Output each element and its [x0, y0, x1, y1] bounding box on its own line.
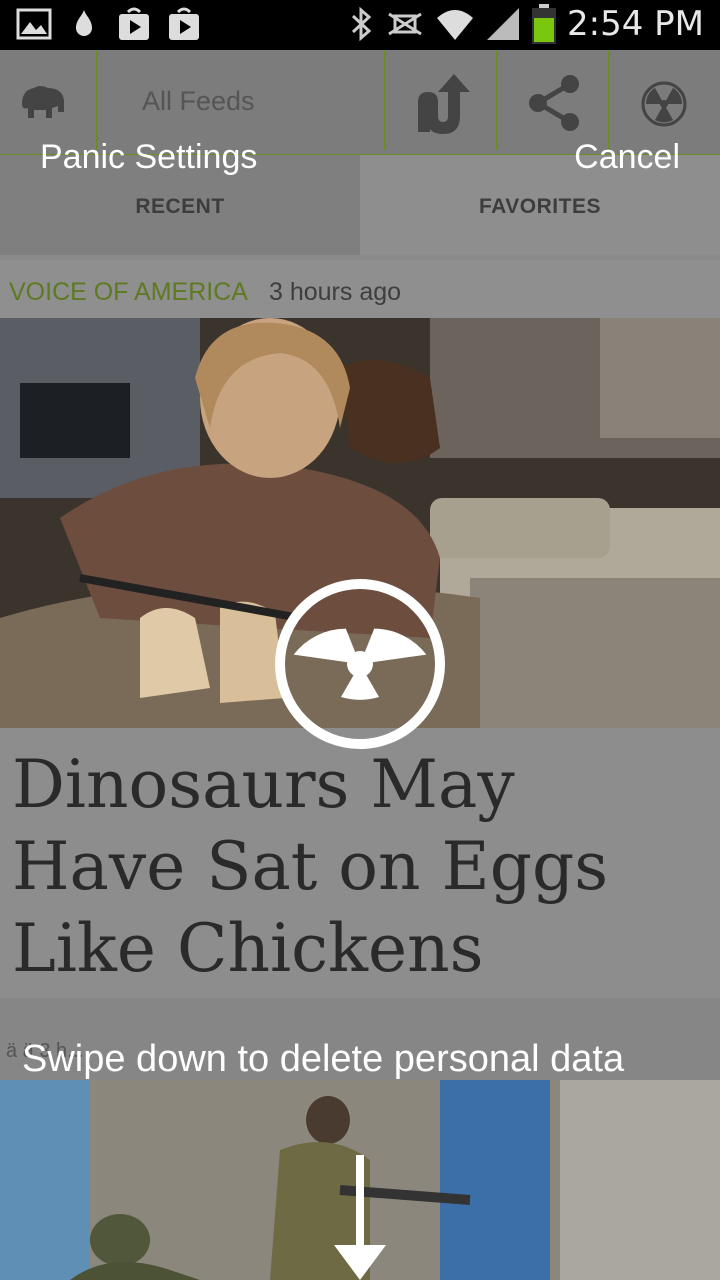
bison-logo-icon [22, 86, 64, 118]
drop-icon [76, 10, 92, 36]
article-headline: Dinosaurs May Have Sat on Eggs Like Chic… [12, 746, 609, 987]
cancel-button[interactable]: Cancel [574, 138, 680, 177]
share-icon [529, 75, 579, 131]
bluetooth-icon [351, 6, 372, 42]
panic-settings-link[interactable]: Panic Settings [40, 138, 257, 177]
status-bar: 2:54 PM [0, 0, 720, 50]
panic-trigger-icon[interactable] [274, 578, 446, 750]
refresh-button[interactable] [386, 50, 498, 150]
panic-icon [641, 81, 687, 127]
article-headline-area[interactable]: Dinosaurs May Have Sat on Eggs Like Chic… [0, 728, 720, 998]
gallery-icon [16, 8, 52, 40]
arrow-up-icon [418, 74, 470, 134]
nfc-icon [388, 12, 422, 36]
article-time: 3 hours ago [269, 278, 402, 306]
clock: 2:54 PM [567, 4, 704, 44]
feeds-label: All Feeds [142, 86, 255, 116]
swipe-hint: Swipe down to delete personal data [22, 1038, 625, 1080]
app-logo-button[interactable] [0, 50, 98, 150]
panic-button[interactable] [610, 50, 720, 150]
article-source[interactable]: VOICE OF AMERICA [9, 278, 248, 307]
feeds-selector[interactable]: All Feeds [98, 50, 386, 150]
store-bag-icon [169, 7, 199, 40]
article-meta: VOICE OF AMERICA 3 hours ago [0, 260, 720, 318]
share-button[interactable] [498, 50, 610, 150]
play-store-icon [119, 7, 149, 40]
arrow-down-icon [334, 1155, 386, 1280]
wifi-icon [437, 10, 473, 40]
battery-icon [532, 4, 556, 44]
signal-icon [487, 8, 519, 40]
